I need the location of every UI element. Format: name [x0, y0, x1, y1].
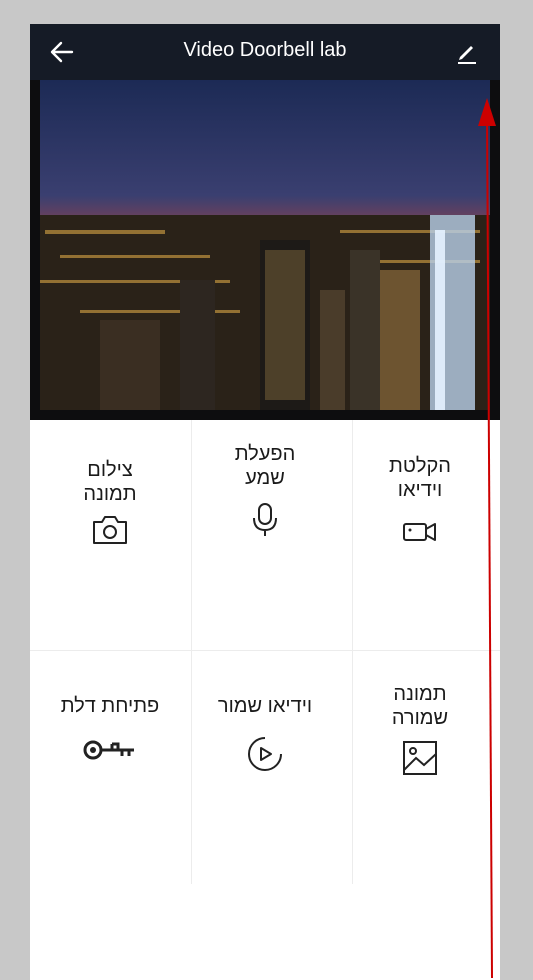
key-icon [83, 740, 134, 760]
pencil-icon [458, 46, 476, 64]
play-circle-icon [248, 737, 282, 771]
record-video-label: הקלטת וידיאו [389, 455, 451, 501]
page-title: Video Doorbell lab [183, 39, 347, 61]
action-grid: הקלטת וידיאו הפעלת שמע צילום תמונה תמונה… [30, 420, 500, 884]
live-video-view[interactable] [30, 80, 500, 420]
saved-image-button[interactable]: תמונה שמורה [342, 650, 498, 880]
camera-icon [93, 516, 127, 544]
open-door-label: פתיחת דלת [60, 695, 160, 717]
app-screen: Video Doorbell lab הקלטת וידיאו הפעלת שמ… [30, 24, 500, 980]
video-camera-icon [403, 523, 436, 541]
open-door-button[interactable]: פתיחת דלת [32, 650, 188, 880]
edit-button[interactable] [454, 39, 480, 65]
saved-video-label: וידיאו שמור [217, 695, 313, 717]
saved-image-label: תמונה שמורה [391, 683, 449, 729]
top-bar: Video Doorbell lab [30, 24, 500, 80]
saved-video-button[interactable]: וידיאו שמור [187, 650, 343, 880]
microphone-icon [253, 503, 277, 536]
record-video-button[interactable]: הקלטת וידיאו [342, 420, 498, 650]
image-icon [403, 741, 437, 775]
city-night-image [40, 80, 490, 410]
take-photo-label: צילום תמונה [83, 459, 137, 505]
enable-audio-button[interactable]: הפעלת שמע [187, 420, 343, 650]
enable-audio-label: הפעלת שמע [234, 443, 296, 489]
take-photo-button[interactable]: צילום תמונה [32, 420, 188, 650]
